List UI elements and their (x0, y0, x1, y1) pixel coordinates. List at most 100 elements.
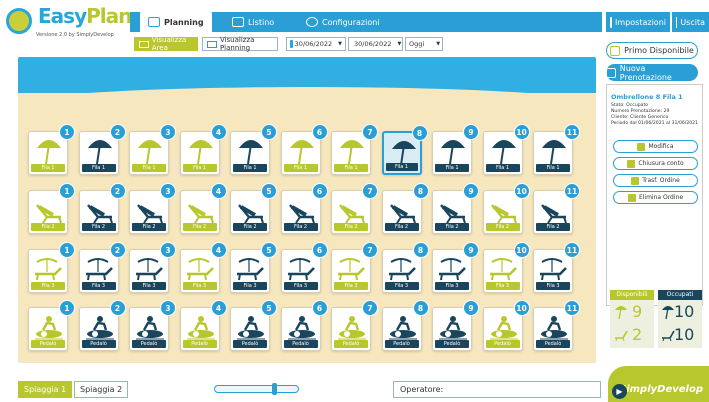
spot-tile[interactable]: Pedalò 10 (482, 300, 530, 351)
transfer-order-button[interactable]: Trasf. Ordine (613, 174, 698, 187)
brand-footer: ▶ SimplyDevelop (608, 366, 709, 402)
close-bill-button[interactable]: Chiusura conto (613, 157, 698, 170)
area-icon (139, 40, 149, 48)
spot-tile[interactable]: Fila 2 4 (179, 183, 227, 234)
spot-tile[interactable]: Pedalò 1 (28, 300, 75, 351)
spot-tile[interactable]: Fila 3 10 (482, 242, 530, 293)
spot-row-label: Fila 1 (31, 164, 65, 172)
spot-row-label: Pedalò (233, 340, 267, 348)
tab-planning[interactable]: Planning (140, 10, 212, 34)
zoom-slider[interactable] (214, 383, 299, 395)
sunbed-icon (338, 258, 365, 281)
spot-tile[interactable]: Pedalò 8 (381, 300, 429, 351)
spot-number-badge: 2 (109, 242, 126, 258)
spot-tile[interactable]: Fila 1 3 (129, 124, 176, 175)
spot-number-badge: 8 (411, 125, 428, 141)
period-select[interactable]: Oggi ▼ (405, 37, 443, 51)
spot-tile[interactable]: Pedalò 3 (129, 300, 176, 351)
tab-listino[interactable]: Listino (224, 11, 282, 33)
beach-tab-1[interactable]: Spiaggia 1 (18, 381, 73, 398)
spot-number-badge: 4 (210, 183, 227, 199)
date-from-picker[interactable]: 30/06/2022 ▼ (286, 37, 346, 51)
pedalo-icon (85, 316, 114, 340)
spot-tile[interactable]: Fila 1 4 (179, 124, 227, 175)
spot-tile[interactable]: Fila 3 8 (381, 242, 429, 293)
spot-tile[interactable]: Fila 1 9 (432, 124, 479, 175)
spot-tile[interactable]: Fila 2 8 (381, 183, 429, 234)
arrow-right-icon[interactable]: ▶ (612, 384, 627, 399)
view-area-button[interactable]: Visualizza Area (134, 36, 198, 52)
new-booking-button[interactable]: Nuova Prenotazione (606, 64, 698, 82)
date-to-picker[interactable]: 30/06/2022 ▼ (348, 37, 403, 51)
deckchair-icon (490, 204, 517, 224)
spot-row-label: Fila 1 (385, 163, 418, 171)
spot-tile[interactable]: Fila 2 10 (482, 183, 530, 234)
beach-map: Fila 1 1 Fila 1 2 Fila 1 3 Fila 1 4 Fila 1 5 Fila … (18, 57, 596, 363)
list-icon (232, 17, 244, 27)
spot-tile[interactable]: Fila 1 2 (78, 124, 126, 175)
spot-tile[interactable]: Fila 1 1 (28, 124, 75, 175)
spot-number-badge: 5 (261, 242, 277, 258)
chevron-down-icon: ▼ (436, 41, 441, 47)
deckchair-icon (36, 204, 62, 224)
spot-row-label: Fila 3 (485, 282, 520, 290)
spot-tile[interactable]: Fila 3 11 (533, 242, 580, 293)
exit-button[interactable]: Uscita (672, 12, 709, 32)
spot-row-label: Fila 3 (435, 282, 469, 290)
spot-number-badge: 7 (362, 242, 378, 258)
sunbed-icon (388, 258, 416, 281)
spot-tile[interactable]: Pedalò 7 (331, 300, 378, 351)
spot-tile[interactable]: Fila 2 1 (28, 183, 75, 234)
spot-tile[interactable]: Fila 2 3 (129, 183, 176, 234)
pedalo-icon (287, 316, 316, 340)
logo-umbrella-icon (6, 8, 32, 34)
spot-tile[interactable]: Fila 1 7 (331, 124, 378, 175)
available-box: 9 2 (610, 300, 654, 348)
spot-tile[interactable]: Fila 1 6 (280, 124, 328, 175)
wrench-icon (306, 17, 318, 27)
spot-tile[interactable]: Pedalò 4 (179, 300, 227, 351)
spot-tile[interactable]: Fila 2 5 (230, 183, 277, 234)
spot-tile[interactable]: Pedalò 2 (78, 300, 126, 351)
spot-tile[interactable]: Fila 3 1 (28, 242, 75, 293)
spot-tile[interactable]: Fila 3 5 (230, 242, 277, 293)
settings-button[interactable]: Impostazioni (606, 12, 670, 32)
spot-tile[interactable]: Fila 2 11 (533, 183, 580, 234)
spot-number-badge: 3 (160, 124, 176, 140)
spot-tile[interactable]: Fila 3 9 (432, 242, 479, 293)
spot-tile[interactable]: Fila 2 6 (280, 183, 328, 234)
spot-tile[interactable]: Fila 3 4 (179, 242, 227, 293)
spot-tile[interactable]: Fila 1 8 (381, 125, 428, 175)
operator-field[interactable]: Operatore: (393, 381, 601, 398)
spot-tile[interactable]: Fila 3 3 (129, 242, 176, 293)
chevron-down-icon: ▼ (397, 41, 402, 47)
gear-icon (610, 16, 613, 28)
edit-button[interactable]: Modifica (613, 140, 698, 153)
info-line: Numero Prenotazione: 29 (611, 109, 670, 114)
spot-tile[interactable]: Fila 2 7 (331, 183, 378, 234)
umbrella-icon (138, 140, 162, 165)
spot-tile[interactable]: Pedalò 9 (432, 300, 479, 351)
spot-tile[interactable]: Pedalò 5 (230, 300, 277, 351)
sunbed-icon (35, 258, 62, 281)
spot-tile[interactable]: Fila 3 7 (331, 242, 378, 293)
spot-row-label: Pedalò (81, 340, 116, 348)
spot-tile[interactable]: Fila 2 2 (78, 183, 126, 234)
spot-tile[interactable]: Fila 1 10 (482, 124, 530, 175)
spot-tile[interactable]: Fila 3 2 (78, 242, 126, 293)
spot-tile[interactable]: Pedalò 6 (280, 300, 328, 351)
tab-configurazioni[interactable]: Configurazioni (298, 11, 388, 33)
zoom-slider-handle[interactable] (271, 383, 277, 395)
beach-tab-2[interactable]: Spiaggia 2 (74, 381, 129, 398)
view-planning-button[interactable]: Visualizza Planning (202, 36, 278, 52)
first-available-button[interactable]: Primo Disponibile (606, 42, 698, 59)
app-version: Versione 2.0 by SimplyDevelop (36, 32, 114, 38)
spot-tile[interactable]: Fila 1 5 (230, 124, 277, 175)
spot-tile[interactable]: Pedalò 11 (533, 300, 580, 351)
delete-order-button[interactable]: Elimina Ordine (613, 191, 698, 204)
spot-tile[interactable]: Fila 3 6 (280, 242, 328, 293)
spot-tile[interactable]: Fila 2 9 (432, 183, 479, 234)
spot-tile[interactable]: Fila 1 11 (533, 124, 580, 175)
spot-number-badge: 7 (362, 183, 378, 199)
pedalo-icon (388, 316, 417, 340)
